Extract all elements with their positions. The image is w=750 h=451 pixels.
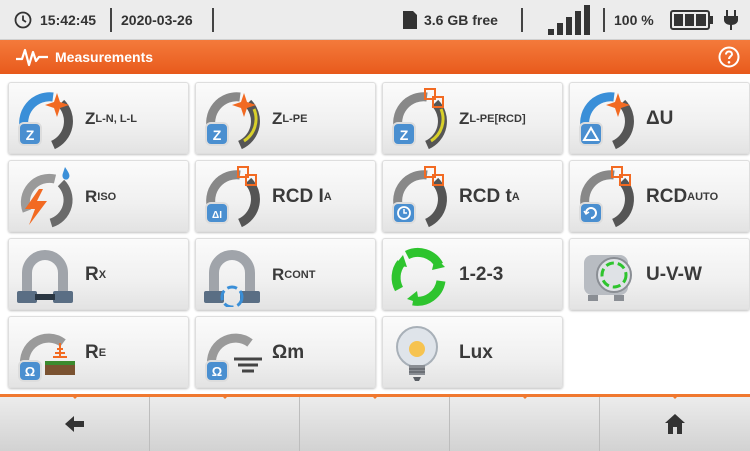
tile-label: 1-2-3 [459, 264, 504, 285]
rcd-trip-time-icon [392, 166, 447, 228]
back-arrow-icon [64, 416, 84, 432]
status-time: 15:42:45 [40, 12, 97, 28]
nav-marker [220, 394, 230, 399]
soft-key-4[interactable] [450, 397, 600, 451]
sd-card-icon [402, 0, 418, 40]
tile-lux[interactable]: Lux [382, 316, 563, 388]
rcd-trip-current-icon: ΔI [205, 166, 260, 228]
tile-label: Z L-N, L-L [85, 109, 137, 128]
light-bulb-icon [396, 326, 438, 381]
rcd-auto-icon [579, 166, 634, 228]
tile-label: R ISO [85, 187, 117, 206]
battery-level: 100 % [614, 12, 654, 28]
status-bar: 15:42:45 2020-03-26 3.6 GB free 100 % [0, 0, 750, 40]
signal-bars-icon [548, 0, 594, 40]
nav-marker [670, 394, 680, 399]
loop-impedance-rcd-icon: Z [392, 88, 447, 150]
tile-label: Ωm [272, 342, 305, 363]
divider [110, 8, 112, 32]
voltage-drop-icon [579, 92, 634, 150]
tile-label: RE [85, 342, 107, 363]
soil-resistivity-icon: Ω [205, 333, 262, 382]
continuity-icon [204, 250, 260, 307]
page-title: Measurements [55, 49, 154, 65]
earth-resistance-icon: Ω [18, 333, 75, 382]
status-date: 2020-03-26 [121, 12, 193, 28]
tile-label: ΔU [646, 108, 674, 129]
tile-label: Lux [459, 342, 493, 363]
loop-impedance-pe-icon: Z [205, 92, 260, 150]
nav-marker [70, 394, 80, 399]
plug-icon [722, 0, 740, 40]
home-icon [665, 414, 685, 434]
tile-label: U-V-W [646, 264, 702, 285]
back-button[interactable] [0, 397, 150, 451]
tile-z-lpe-rcd[interactable]: Z Z L-PE[RCD] [382, 82, 563, 154]
nav-marker [370, 394, 380, 399]
loop-impedance-icon: Z [18, 92, 73, 150]
tile-phase-sequence[interactable]: 1-2-3 [382, 238, 563, 310]
help-icon[interactable] [718, 46, 740, 73]
insulation-resistance-icon [20, 167, 73, 228]
svg-text:ΔI: ΔI [212, 210, 222, 221]
soft-key-2[interactable] [150, 397, 300, 451]
svg-text:Z: Z [26, 127, 35, 143]
tile-label: RCD IA [272, 186, 332, 207]
tile-delta-u[interactable]: ΔU [569, 82, 750, 154]
divider [521, 8, 523, 32]
tile-rcd-ia[interactable]: ΔI RCD IA [195, 160, 376, 232]
home-button[interactable] [600, 397, 750, 451]
tile-label: RX [85, 264, 107, 285]
divider [212, 8, 214, 32]
motor-icon [584, 255, 632, 301]
tile-r-x[interactable]: RX [8, 238, 189, 310]
soft-key-3[interactable] [300, 397, 450, 451]
divider [603, 8, 605, 32]
low-resistance-icon [17, 250, 73, 303]
tile-label: Z L-PE [272, 109, 308, 128]
tile-rcd-auto[interactable]: RCD AUTO [569, 160, 750, 232]
clock-icon [14, 0, 32, 40]
svg-text:Z: Z [400, 127, 409, 143]
waveform-icon [16, 47, 48, 72]
title-bar: Measurements [0, 40, 750, 74]
tile-r-cont[interactable]: R CONT [195, 238, 376, 310]
tile-motor-rotation[interactable]: U-V-W [569, 238, 750, 310]
battery-icon [670, 0, 714, 40]
bottom-nav [0, 394, 750, 451]
tile-label: RCD tA [459, 186, 520, 207]
svg-text:Z: Z [213, 127, 222, 143]
tile-z-lpe[interactable]: Z Z L-PE [195, 82, 376, 154]
storage-free: 3.6 GB free [424, 12, 498, 28]
phase-rotation-icon [391, 247, 446, 306]
tile-r-iso[interactable]: R ISO [8, 160, 189, 232]
tile-resistivity[interactable]: Ω Ωm [195, 316, 376, 388]
svg-text:Ω: Ω [25, 364, 35, 379]
tile-label: RCD AUTO [646, 186, 719, 207]
tile-label: Z L-PE[RCD] [459, 109, 526, 128]
svg-text:Ω: Ω [212, 364, 222, 379]
tile-r-e[interactable]: Ω RE [8, 316, 189, 388]
nav-marker [520, 394, 530, 399]
tile-z-ln-ll[interactable]: Z Z L-N, L-L [8, 82, 189, 154]
tile-label: R CONT [272, 265, 316, 284]
tile-rcd-ta[interactable]: RCD tA [382, 160, 563, 232]
